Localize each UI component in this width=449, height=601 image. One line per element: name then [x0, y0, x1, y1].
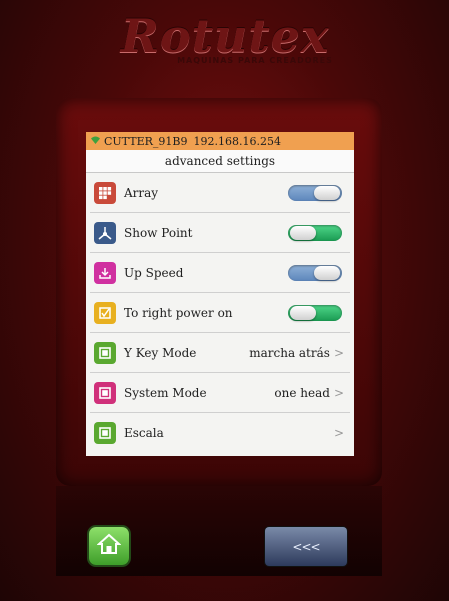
status-bar: CUTTER_91B9 192.168.16.254 [86, 132, 354, 150]
setting-label-y-key-mode: Y Key Mode [124, 345, 197, 360]
page-title: advanced settings [86, 150, 354, 173]
back-button-label: <<< [292, 539, 320, 554]
y-key-mode-value: marcha atrás [249, 345, 330, 360]
setting-label-up-speed: Up Speed [124, 265, 184, 280]
brand-logo: Rotutex MAQUINAS PARA CREADORES [40, 6, 410, 70]
chevron-right-icon: > [333, 385, 344, 400]
setting-row-up-speed[interactable]: Up Speed [90, 253, 350, 293]
grid-icon [94, 181, 116, 204]
wifi-icon [90, 135, 101, 148]
setting-row-array[interactable]: Array [90, 173, 350, 213]
setting-row-y-key-mode[interactable]: Y Key Mode marcha atrás > [90, 333, 350, 373]
right-power-on-toggle[interactable] [288, 304, 342, 321]
brand-logo-text: Rotutex [120, 8, 330, 63]
show-point-toggle[interactable] [288, 224, 342, 241]
setting-row-escala[interactable]: Escala > [90, 413, 350, 452]
home-icon [96, 533, 122, 559]
checkbox-icon [94, 301, 116, 324]
array-toggle[interactable] [288, 184, 342, 201]
square-icon [94, 381, 116, 404]
setting-row-right-power-on[interactable]: To right power on [90, 293, 350, 333]
chevron-right-icon: > [333, 345, 344, 360]
setting-label-escala: Escala [124, 425, 164, 440]
chevron-right-icon: > [333, 425, 344, 440]
brand-tagline: MAQUINAS PARA CREADORES [177, 55, 333, 65]
setting-row-system-mode[interactable]: System Mode one head > [90, 373, 350, 413]
toggle-knob [290, 305, 316, 320]
device-name: CUTTER_91B9 [104, 134, 188, 148]
square-icon [94, 341, 116, 364]
system-mode-value: one head [274, 385, 330, 400]
ip-address: 192.168.16.254 [193, 134, 281, 148]
setting-row-show-point[interactable]: Show Point [90, 213, 350, 253]
touch-screen: CUTTER_91B9 192.168.16.254 advanced sett… [86, 132, 354, 456]
back-button[interactable]: <<< [265, 527, 347, 566]
toggle-knob [314, 185, 340, 200]
setting-label-right-power-on: To right power on [124, 305, 233, 320]
setting-label-array: Array [124, 185, 159, 200]
square-icon [94, 421, 116, 444]
axis-icon [94, 221, 116, 244]
toggle-knob [290, 225, 316, 240]
setting-label-show-point: Show Point [124, 225, 193, 240]
upload-icon [94, 261, 116, 284]
home-button[interactable] [89, 527, 129, 565]
up-speed-toggle[interactable] [288, 264, 342, 281]
setting-label-system-mode: System Mode [124, 385, 207, 400]
device-body: Rotutex MAQUINAS PARA CREADORES CUTTER_9… [0, 0, 449, 601]
toggle-knob [314, 265, 340, 280]
